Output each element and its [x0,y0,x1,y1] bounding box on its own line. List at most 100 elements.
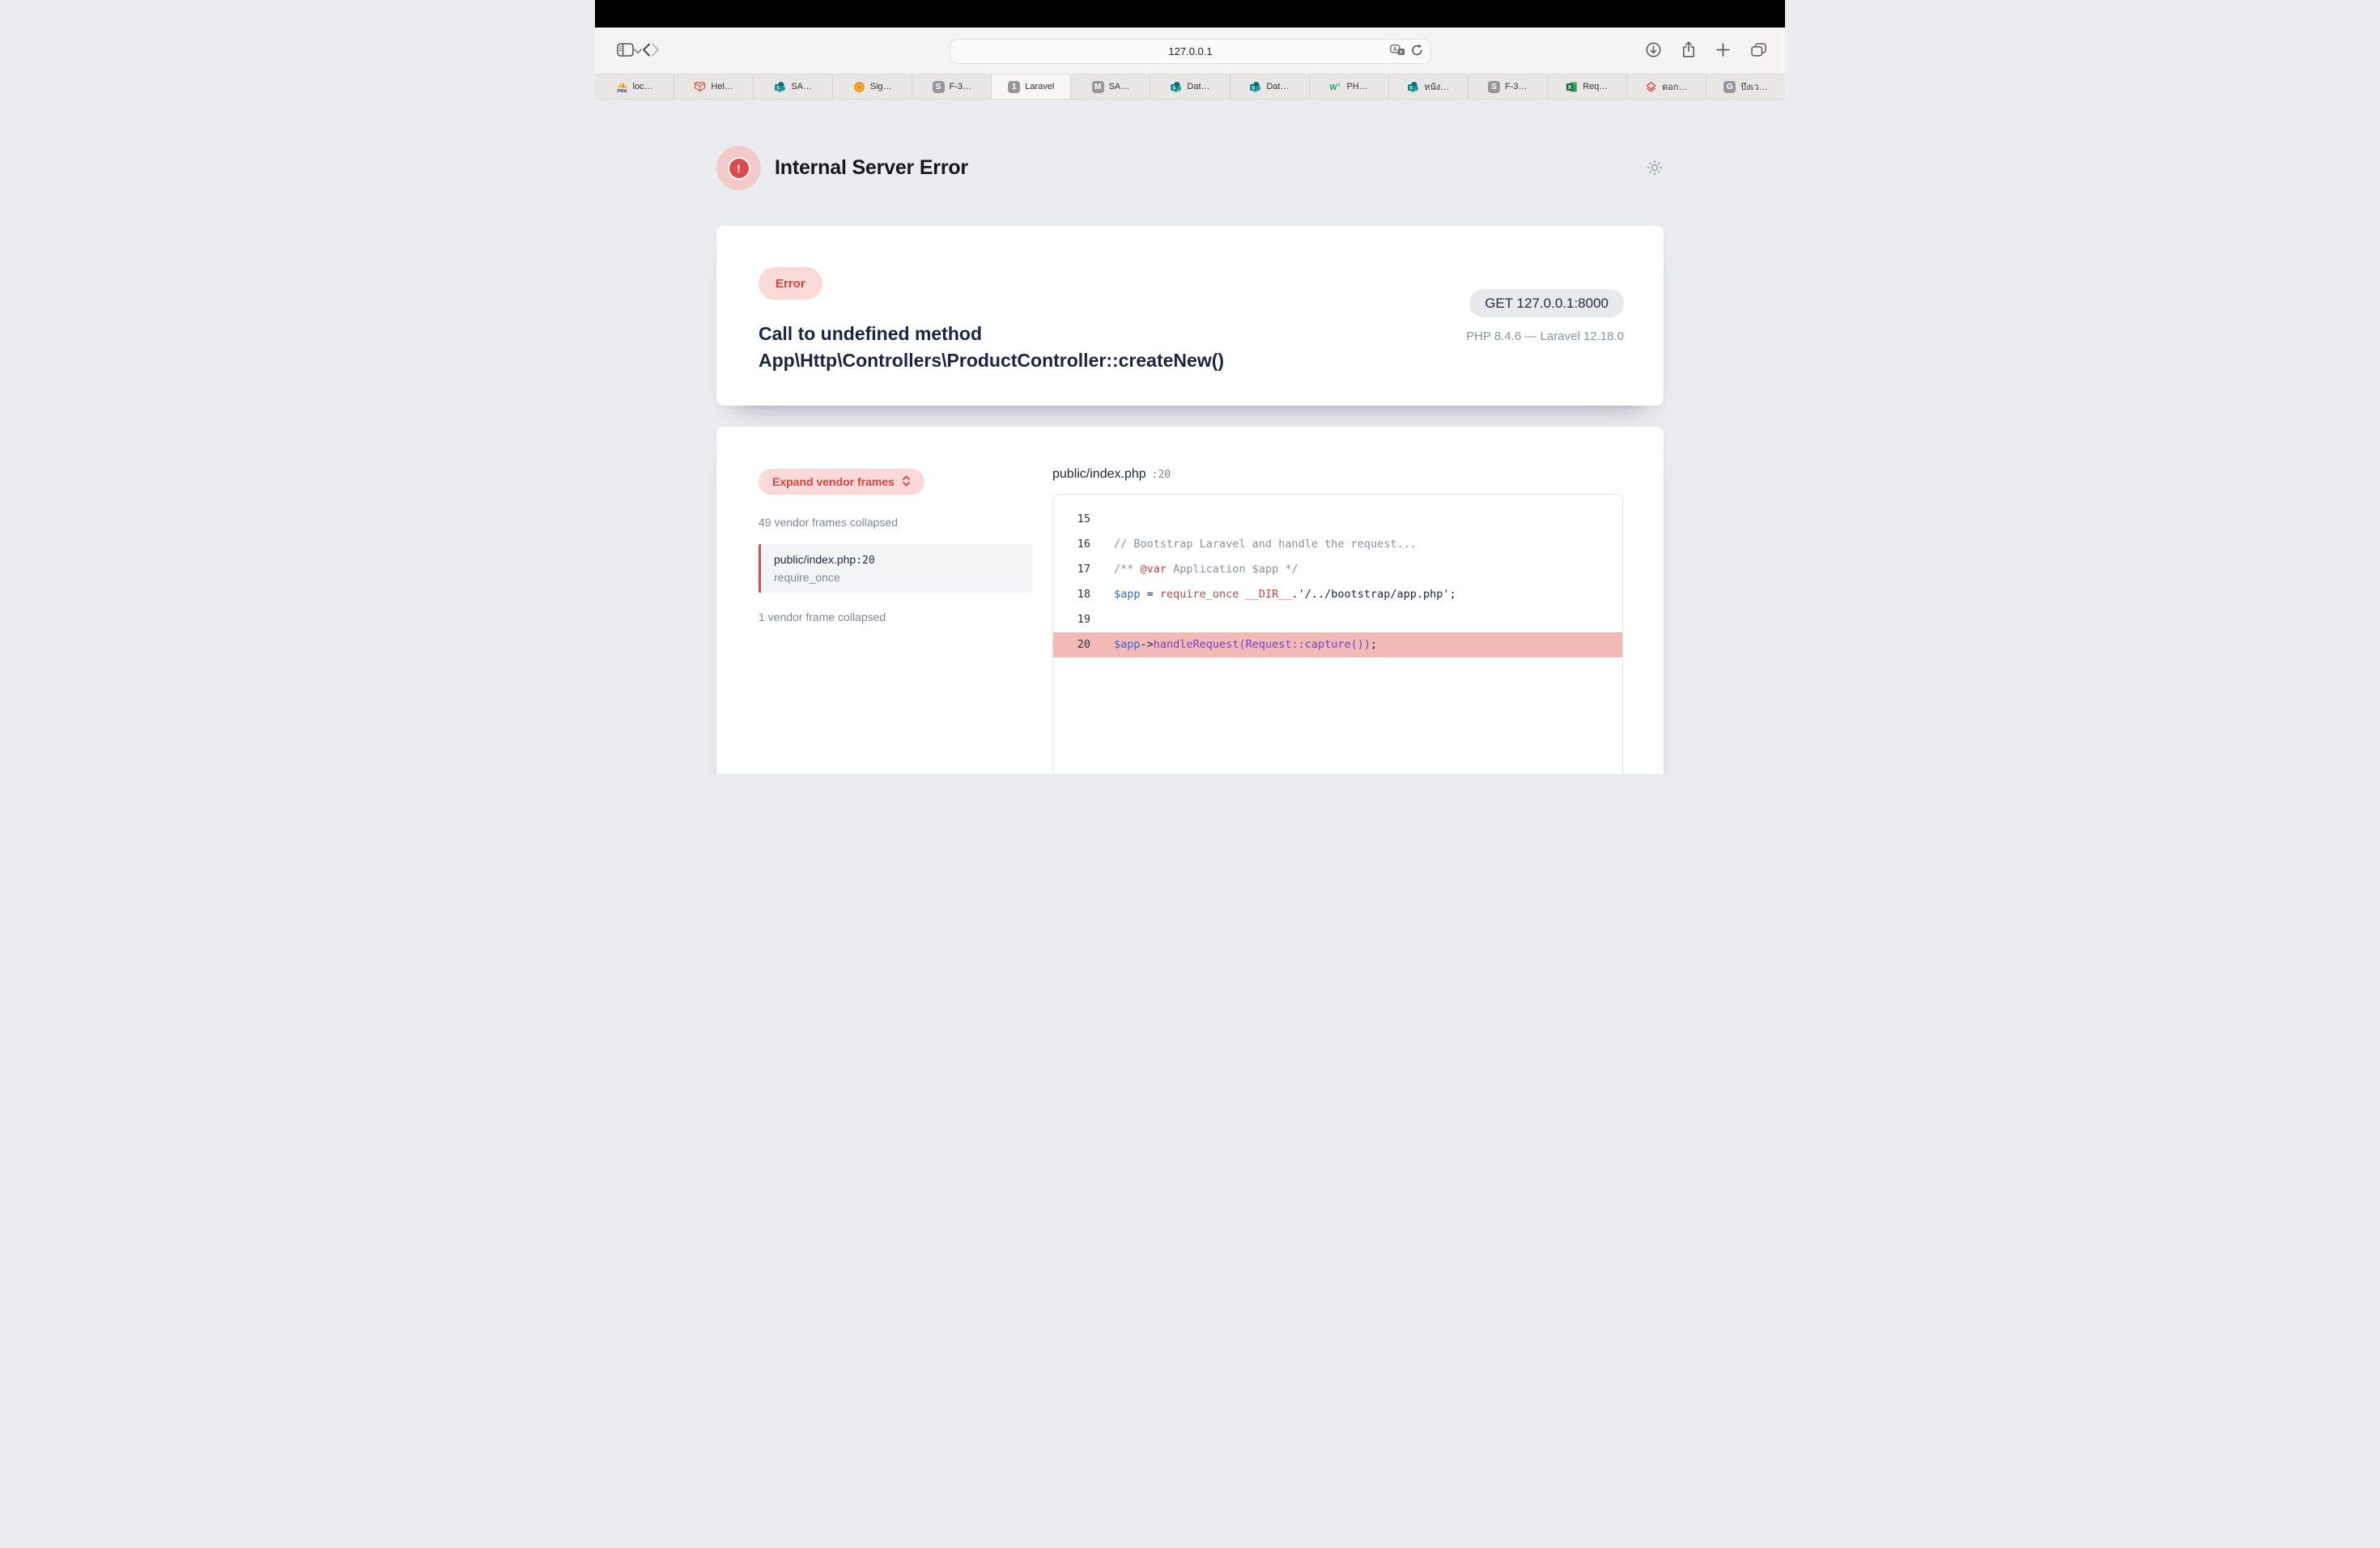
address-bar[interactable]: 127.0.0.1 Ax [950,39,1431,64]
stack-frame-item[interactable]: public/index.php:20 require_once [759,544,1033,593]
code-line: 18$app = require_once __DIR__.'/../boots… [1053,582,1622,607]
error-page: ! Internal Server Error Error Call to un… [595,100,1785,774]
code-text: /** @var Application $app */ [1090,557,1298,582]
line-number: 17 [1053,557,1090,582]
share-icon [1682,41,1695,60]
error-type-badge: Error [759,267,822,300]
error-message: Call to undefined method App\Http\Contro… [759,321,1224,374]
browser-tab[interactable]: W3 PH… [1310,74,1389,99]
translate-button[interactable]: Ax [1390,45,1405,59]
snippet-file-header: public/index.php:20 [1052,467,1623,482]
svg-text:x: x [1400,49,1403,55]
code-line: 19 [1053,607,1622,632]
browser-tab[interactable]: Hel… [674,74,754,99]
favicon-letter-s-icon: S [933,81,945,93]
code-line: 20$app->handleRequest(Request::capture()… [1053,632,1622,657]
svg-text:W: W [1330,83,1338,92]
browser-tab[interactable]: M SA… [1071,74,1150,99]
favicon-sharepoint-icon: S [1407,81,1419,93]
code-text: // Bootstrap Laravel and handle the requ… [1090,532,1417,557]
browser-toolbar: 127.0.0.1 Ax [595,28,1785,74]
chevron-up-down-icon [902,474,911,490]
tab-label: Sig… [870,82,892,91]
error-summary-card: Error Call to undefined method App\Http\… [716,226,1664,406]
code-text: $app->handleRequest(Request::capture()); [1090,632,1377,657]
chevron-down-icon [634,45,642,57]
forward-arrow-icon [651,43,660,59]
code-text: $app = require_once __DIR__.'/../bootstr… [1090,582,1456,607]
favicon-pma-icon: PMA [616,81,628,93]
svg-text:S: S [1252,85,1256,91]
toolbar-right-group [1646,28,1766,74]
plus-icon [1716,43,1730,59]
php-laravel-versions: PHP 8.4.6 — Laravel 12.18.0 [1466,330,1624,343]
favicon-laravel-icon [694,81,706,93]
error-message-line1: Call to undefined method [759,321,1224,347]
browser-tab[interactable]: SDat… [1150,74,1230,99]
tab-group-dropdown-button[interactable] [634,45,642,57]
expand-vendor-frames-button[interactable]: Expand vendor frames [759,469,924,495]
tab-overview-button[interactable] [1751,43,1766,59]
line-number: 19 [1053,607,1090,632]
browser-tab[interactable]: 1Laravel [992,74,1071,99]
code-panel: public/index.php:20 1516// Bootstrap Lar… [1052,467,1623,774]
code-line: 15 [1053,507,1622,532]
tab-label: loc… [633,82,653,91]
tab-label: SA… [1109,82,1130,91]
vendor-frames-collapsed-bottom: 1 vendor frame collapsed [759,610,1038,623]
downloads-button[interactable] [1646,42,1661,60]
tab-label: PH… [1346,82,1367,91]
browser-tab[interactable]: Gบึงเว… [1706,74,1785,99]
stack-trace-card: Expand vendor frames 49 vendor frames co… [716,427,1664,774]
browser-tab[interactable]: S F-3… [912,74,992,99]
sun-icon [1646,159,1664,179]
stack-frame-line: :20 [856,555,874,567]
browser-tab[interactable]: Sig… [833,74,912,99]
browser-tab[interactable]: X Req… [1548,74,1627,99]
tab-label: หนัง… [1424,79,1449,94]
browser-tab[interactable]: S F-3… [1468,74,1548,99]
address-bar-url: 127.0.0.1 [1168,45,1212,57]
tab-bar: PMA loc… Hel…SSA… Sig… S F-3… 1Laravel M SA… SDat… [595,74,1785,100]
code-snippet: 1516// Bootstrap Laravel and handle the … [1052,494,1623,774]
stack-frame-file: public/index.php:20 [774,553,1020,567]
back-button[interactable] [642,43,651,59]
request-method-pill: GET 127.0.0.1:8000 [1469,289,1624,317]
svg-text:3: 3 [1338,83,1341,87]
svg-text:S: S [1172,85,1176,91]
svg-text:A: A [1393,47,1397,53]
tab-label: F-3… [950,82,972,91]
favicon-letter-m-icon: M [1092,81,1104,93]
code-text [1090,507,1114,532]
favicon-letter-s-icon: S [1488,81,1500,93]
favicon-sharepoint-icon: S [1249,81,1261,93]
sidebar-icon [617,43,634,59]
favicon-coin-icon [853,81,865,93]
svg-text:S: S [776,85,780,91]
share-button[interactable] [1682,41,1695,60]
svg-text:X: X [1568,84,1572,91]
forward-button[interactable] [651,43,660,59]
browser-tab[interactable]: ดอก… [1627,74,1706,99]
browser-tab[interactable]: PMA loc… [595,74,674,99]
vendor-frames-collapsed-top: 49 vendor frames collapsed [759,516,1038,529]
browser-tab[interactable]: SSA… [754,74,833,99]
browser-tab[interactable]: SDat… [1230,74,1310,99]
page-header: ! Internal Server Error [716,146,1664,190]
macos-menubar [595,0,1785,28]
favicon-letter-1-icon: 1 [1008,81,1020,93]
code-line: 17/** @var Application $app */ [1053,557,1622,582]
reload-button[interactable] [1411,44,1423,59]
sidebar-toggle-button[interactable] [617,43,634,59]
error-message-line2: App\Http\Controllers\ProductController::… [759,347,1224,374]
code-line: 16// Bootstrap Laravel and handle the re… [1053,532,1622,557]
tab-label: บึงเว… [1740,79,1767,94]
line-number: 15 [1053,507,1090,532]
browser-tab[interactable]: S หนัง… [1389,74,1468,99]
theme-toggle-button[interactable] [1646,159,1664,179]
new-tab-button[interactable] [1716,43,1730,59]
toolbar-left-group [595,43,660,59]
safari-window: 127.0.0.1 Ax [595,0,1785,774]
tab-label: F-3… [1505,82,1528,91]
tab-label: Req… [1583,82,1608,91]
